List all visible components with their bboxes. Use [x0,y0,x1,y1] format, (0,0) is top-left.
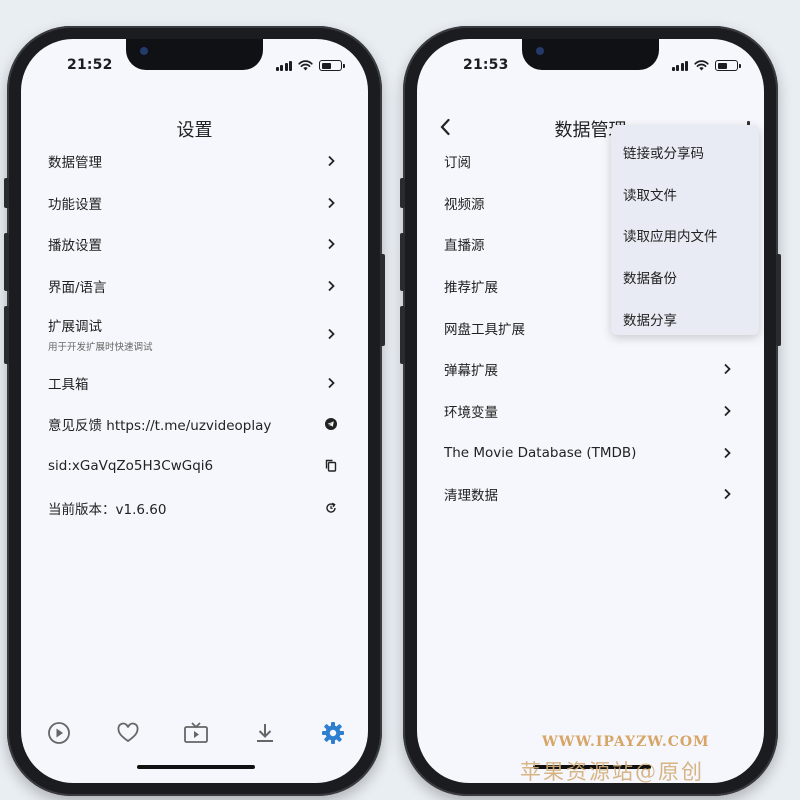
status-time: 21:52 [67,57,113,73]
list-item-clear-data[interactable]: 清理数据 [417,474,764,516]
chevron-right-icon [720,362,734,376]
chevron-right-icon [324,237,338,251]
signal-icon [275,60,292,71]
notch [522,39,659,70]
camera-icon [140,47,148,55]
menu-item-read-app-file[interactable]: 读取应用内文件 [611,214,759,256]
status-icons [275,60,345,71]
settings-screen: 21:52 设置 数据管理 功能设置 播放设置 界面/语言 扩展调试 用于开发扩… [21,39,368,783]
page-title: 设置 [176,120,213,141]
bottom-nav [21,720,368,746]
nav-settings[interactable] [320,720,346,746]
list-item-label: 清理数据 [444,488,498,505]
settings-item-feedback[interactable]: 意见反馈 https://t.me/uzvideoplay [21,403,368,445]
list-item-env-variables[interactable]: 环境变量 [417,390,764,432]
settings-item-feature-settings[interactable]: 功能设置 [21,182,368,224]
volume-up-button [4,233,9,291]
battery-icon [715,60,741,71]
home-indicator [137,765,255,769]
settings-list: 数据管理 功能设置 播放设置 界面/语言 扩展调试 用于开发扩展时快速调试 工具… [21,140,368,529]
phone-frame-right: 21:53 数据管理 订阅 视频源 直播源 推荐扩展 网盘工具扩展 弹幕扩展 环… [400,26,781,796]
volume-up-button [400,233,405,291]
nav-live-tv[interactable] [183,720,209,746]
data-management-screen: 21:53 数据管理 订阅 视频源 直播源 推荐扩展 网盘工具扩展 弹幕扩展 环… [417,39,764,783]
wifi-icon [298,60,313,71]
chevron-right-icon [720,446,734,460]
settings-item-label: 扩展调试 [48,319,102,336]
settings-item-sid[interactable]: sid:xGaVqZo5H3CwGqi6 [21,445,368,487]
notch [126,39,263,70]
settings-item-label: 意见反馈 https://t.me/uzvideoplay [48,418,272,435]
phone-frame-left: 21:52 设置 数据管理 功能设置 播放设置 界面/语言 扩展调试 用于开发扩… [4,26,385,796]
chevron-right-icon [324,279,338,293]
menu-item-data-backup[interactable]: 数据备份 [611,256,759,298]
nav-favorites[interactable] [115,720,141,746]
chevron-right-icon [324,154,338,168]
status-icons [671,60,741,71]
import-popup-menu: 链接或分享码 读取文件 读取应用内文件 数据备份 数据分享 [611,125,759,335]
mute-switch [400,178,405,208]
gear-icon [322,722,344,744]
watermark-url: WWW.IPAYZW.COM [542,734,710,750]
settings-item-version[interactable]: 当前版本：v1.6.60 [21,487,368,529]
chevron-right-icon [324,376,338,390]
list-item-label: 环境变量 [444,404,498,421]
chevron-right-icon [720,404,734,418]
settings-item-interface-language[interactable]: 界面/语言 [21,265,368,307]
settings-item-sublabel: 用于开发扩展时快速调试 [48,342,153,354]
volume-down-button [400,306,405,364]
settings-item-label: 界面/语言 [48,279,107,296]
signal-icon [671,60,688,71]
power-button [776,254,781,346]
settings-item-toolbox[interactable]: 工具箱 [21,362,368,404]
list-item-tmdb[interactable]: The Movie Database (TMDB) [417,432,764,474]
telegram-icon [324,417,338,431]
heart-icon [117,722,138,743]
settings-item-label: 工具箱 [48,376,89,393]
copy-icon[interactable] [324,459,338,473]
list-item-label: 弹幕扩展 [444,363,498,380]
list-item-label: The Movie Database (TMDB) [444,444,637,461]
watermark-name: 苹果资源站@原创 [520,760,704,784]
menu-item-read-file[interactable]: 读取文件 [611,173,759,215]
volume-down-button [4,306,9,364]
settings-item-label: sid:xGaVqZo5H3CwGqi6 [48,457,214,474]
tv-icon [184,722,208,743]
status-time: 21:53 [463,57,509,73]
list-item-danmaku-extensions[interactable]: 弹幕扩展 [417,348,764,390]
power-button [380,254,385,346]
nav-downloads[interactable] [252,720,278,746]
mute-switch [4,178,9,208]
menu-item-link-or-share-code[interactable]: 链接或分享码 [611,131,759,173]
settings-item-label: 当前版本：v1.6.60 [48,501,167,518]
settings-item-extension-debug[interactable]: 扩展调试 用于开发扩展时快速调试 [21,307,368,362]
chevron-right-icon [324,327,338,341]
chevron-right-icon [324,196,338,210]
battery-icon [319,60,345,71]
refresh-icon[interactable] [324,501,338,515]
nav-play[interactable] [46,720,72,746]
settings-item-label: 功能设置 [48,196,102,213]
play-icon [48,722,70,744]
download-icon [256,724,273,742]
settings-item-data-management[interactable]: 数据管理 [21,140,368,182]
chevron-right-icon [720,487,734,501]
menu-item-data-share[interactable]: 数据分享 [611,298,759,340]
settings-item-label: 数据管理 [48,154,102,171]
wifi-icon [694,60,709,71]
camera-icon [536,47,544,55]
settings-item-label: 播放设置 [48,238,102,255]
settings-item-playback-settings[interactable]: 播放设置 [21,223,368,265]
